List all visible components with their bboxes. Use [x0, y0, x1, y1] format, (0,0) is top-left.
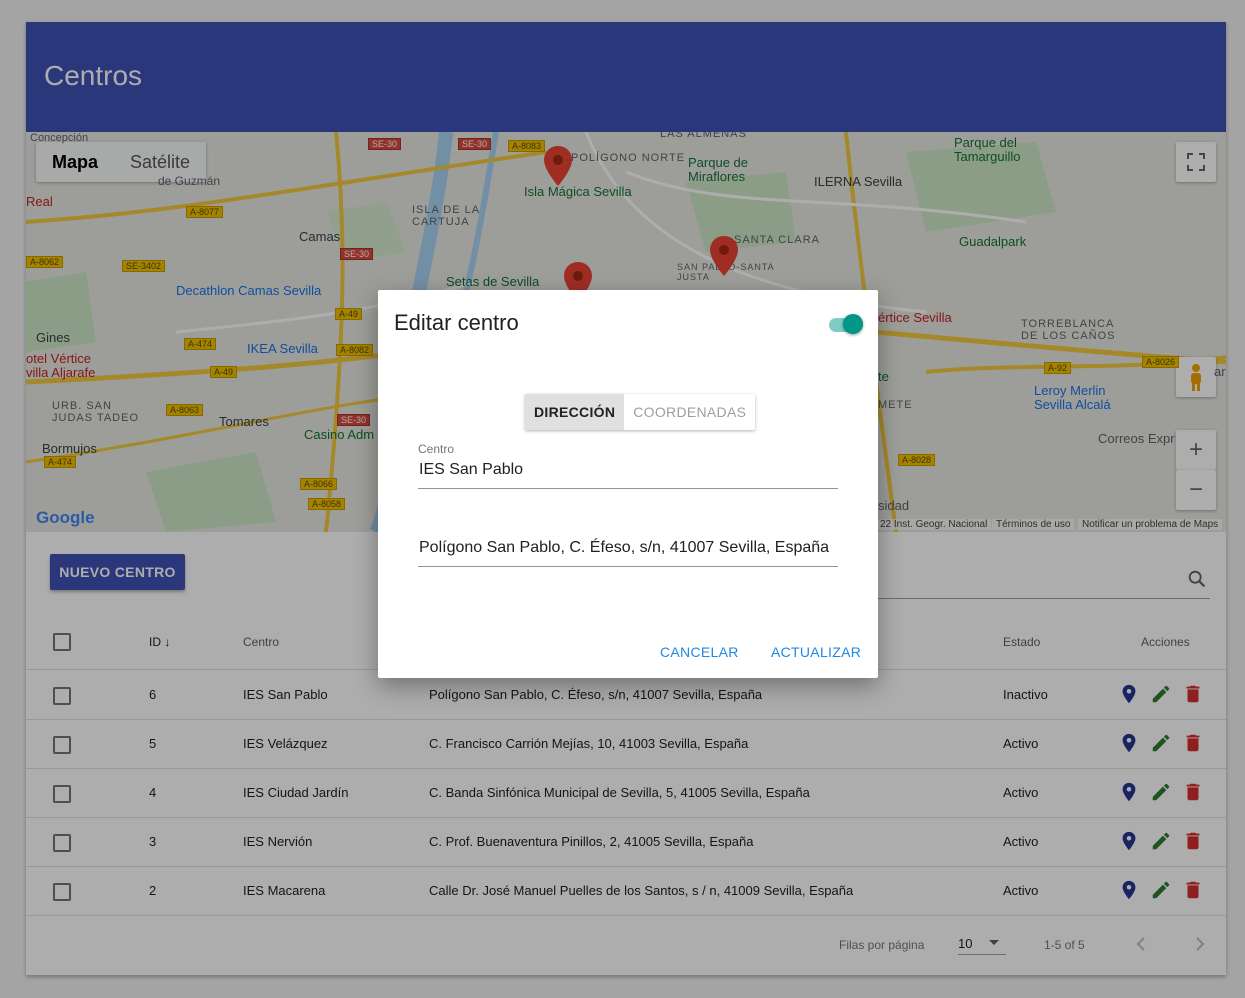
direccion-field-underline	[418, 566, 838, 567]
centro-field[interactable]: IES San Pablo	[419, 461, 523, 479]
direccion-field[interactable]: Polígono San Pablo, C. Éfeso, s/n, 41007…	[419, 539, 829, 557]
tab-coordenadas[interactable]: COORDENADAS	[624, 394, 756, 430]
cancel-button[interactable]: CANCELAR	[660, 644, 739, 660]
tab-direccion[interactable]: DIRECCIÓN	[525, 394, 625, 430]
edit-centro-dialog: Editar centro DIRECCIÓN COORDENADAS Cent…	[378, 290, 878, 678]
centro-field-underline	[418, 488, 838, 489]
centro-field-label: Centro	[418, 442, 455, 456]
dialog-title: Editar centro	[394, 310, 519, 335]
toggle-knob	[843, 314, 863, 334]
update-button[interactable]: ACTUALIZAR	[771, 644, 861, 660]
location-mode-toggle: DIRECCIÓN COORDENADAS	[525, 394, 756, 430]
